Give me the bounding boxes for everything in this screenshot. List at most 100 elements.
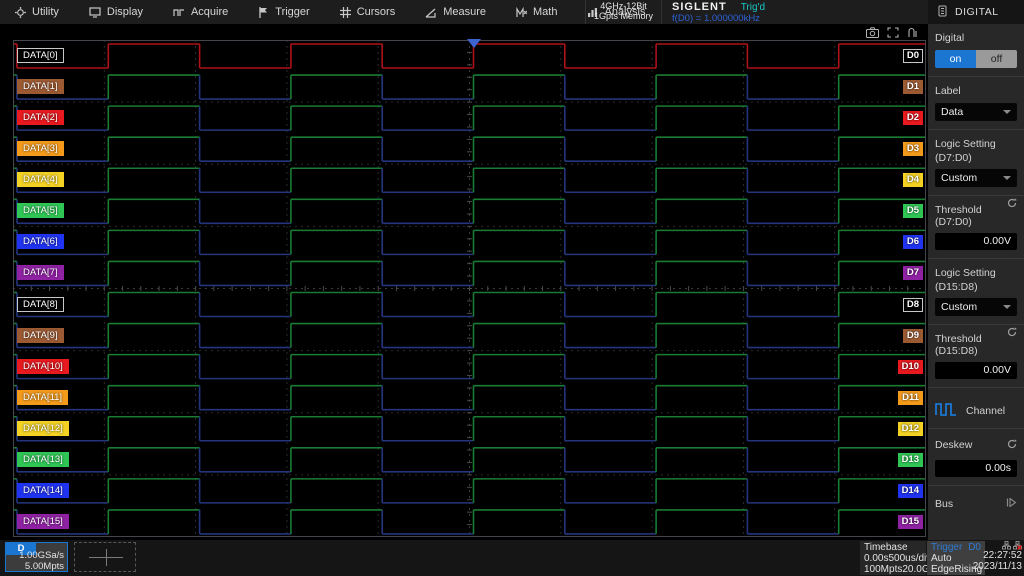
menu-display[interactable]: Display: [74, 0, 158, 24]
clock-date: 2023/11/13: [973, 561, 1022, 572]
panel-header[interactable]: DIGITAL: [928, 0, 1024, 24]
menu-math[interactable]: Math: [501, 0, 572, 24]
channel-label-d3[interactable]: DATA[3]: [17, 141, 64, 156]
menu-utility-label: Utility: [32, 6, 59, 18]
channel-waveform-icon: [935, 402, 957, 420]
camera-icon[interactable]: [866, 27, 879, 38]
logic-setting1-value: Custom: [941, 172, 977, 184]
spec-bandwidth: 4GHz-12Bit: [594, 1, 653, 11]
channel-tag-d6[interactable]: D6: [903, 235, 923, 249]
channel-tag-d2[interactable]: D2: [903, 111, 923, 125]
refresh-icon[interactable]: [1007, 327, 1017, 340]
menu-trigger-label: Trigger: [275, 6, 309, 18]
channel-label-d0[interactable]: DATA[0]: [17, 48, 64, 63]
threshold2-input[interactable]: 0.00V: [935, 362, 1017, 379]
logic-setting2-range: (D15:D8): [935, 281, 1017, 293]
channel-label-d9[interactable]: DATA[9]: [17, 328, 64, 343]
refresh-icon[interactable]: [1007, 198, 1017, 211]
channel-tag-d15[interactable]: D15: [898, 515, 923, 529]
channel-label-d12[interactable]: DATA[12]: [17, 421, 69, 436]
trigger-type: Edge: [931, 564, 954, 575]
channel-label-d15[interactable]: DATA[15]: [17, 514, 69, 529]
threshold1-input[interactable]: 0.00V: [935, 233, 1017, 250]
touch-icon[interactable]: [907, 27, 918, 38]
menu-math-label: Math: [533, 6, 557, 18]
brand-cell: SIGLENT Trig'd f(D0) = 1.000000kHz: [662, 0, 771, 24]
label-dropdown[interactable]: Data: [935, 103, 1017, 121]
channel-tag-d0[interactable]: D0: [903, 49, 923, 63]
menu-utility[interactable]: Utility: [0, 0, 74, 24]
chevron-down-icon: [1003, 110, 1011, 114]
channel-tag-d14[interactable]: D14: [898, 484, 923, 498]
status-bar: D 1.00GSa/s 5.00Mpts Timebase 0.00s 500u…: [0, 540, 1024, 576]
menu-acquire[interactable]: Acquire: [158, 0, 243, 24]
oscilloscope-screen: Utility Display Acquire Trigger Cursors …: [0, 0, 1024, 576]
channel-label-d14[interactable]: DATA[14]: [17, 483, 69, 498]
channel-tag-d11[interactable]: D11: [898, 391, 923, 405]
panel-title: DIGITAL: [955, 6, 999, 18]
digital-channel-descriptor[interactable]: D 1.00GSa/s 5.00Mpts: [5, 542, 68, 572]
waveform-display[interactable]: DATA[0] D0 DATA[1] D1 DATA[2] D2 DATA[3] D3 DATA…: [0, 24, 928, 540]
bus-button[interactable]: Bus: [935, 498, 1017, 510]
logic-setting1-label: Logic Setting: [935, 138, 1017, 150]
digital-on-button[interactable]: on: [935, 50, 976, 68]
channel-tag-d1[interactable]: D1: [903, 80, 923, 94]
plot-frame: [13, 40, 926, 537]
refresh-icon[interactable]: [1007, 439, 1017, 452]
channel-tag-d9[interactable]: D9: [903, 329, 923, 343]
channel-tag-d13[interactable]: D13: [898, 453, 923, 467]
menu-acquire-label: Acquire: [191, 6, 228, 18]
channel-label-d10[interactable]: DATA[10]: [17, 359, 69, 374]
divider: [928, 258, 1024, 259]
digital-settings-panel: DIGITAL Digital on off Label Data Logic …: [928, 0, 1024, 540]
menu-trigger[interactable]: Trigger: [243, 0, 324, 24]
channel-label-d4[interactable]: DATA[4]: [17, 172, 64, 187]
deskew-input[interactable]: 0.00s: [935, 460, 1017, 477]
frequency-readout: f(D0) = 1.000000kHz: [672, 13, 760, 24]
digital-off-button[interactable]: off: [976, 50, 1017, 68]
channel-label-d13[interactable]: DATA[13]: [17, 452, 69, 467]
channel-label-d2[interactable]: DATA[2]: [17, 110, 64, 125]
monitor-icon: [89, 7, 101, 18]
divider: [928, 485, 1024, 486]
threshold2-label: Threshold: [935, 333, 982, 345]
threshold1-range: (D7:D0): [935, 216, 982, 228]
menu-measure[interactable]: Measure: [410, 0, 501, 24]
channel-tag-d4[interactable]: D4: [903, 173, 923, 187]
fullscreen-icon[interactable]: [887, 27, 899, 38]
menu-bar: Utility Display Acquire Trigger Cursors …: [0, 0, 928, 24]
timebase-delay: 0.00s: [864, 553, 888, 564]
channel-label-d5[interactable]: DATA[5]: [17, 203, 64, 218]
channel-label-d1[interactable]: DATA[1]: [17, 79, 64, 94]
channel-tag-d12[interactable]: D12: [898, 422, 923, 436]
channel-label-d6[interactable]: DATA[6]: [17, 234, 64, 249]
channel-tag-d7[interactable]: D7: [903, 266, 923, 280]
channel-tag-d3[interactable]: D3: [903, 142, 923, 156]
channel-tag-d5[interactable]: D5: [903, 204, 923, 218]
logic-setting2-label: Logic Setting: [935, 267, 1017, 279]
menu-cursors-label: Cursors: [357, 6, 396, 18]
logic-setting2-dropdown[interactable]: Custom: [935, 298, 1017, 316]
timebase-panel[interactable]: Timebase 0.00s 500us/div 100Mpts 20.0GSa…: [860, 541, 926, 575]
plot-region[interactable]: DATA[0] D0 DATA[1] D1 DATA[2] D2 DATA[3] D3 DATA…: [13, 40, 926, 537]
channel-label-d7[interactable]: DATA[7]: [17, 265, 64, 280]
channel-label-d11[interactable]: DATA[11]: [17, 390, 68, 405]
math-icon: [516, 7, 527, 18]
digital-chip-icon: [938, 5, 947, 20]
channel-label-d8[interactable]: DATA[8]: [17, 297, 64, 312]
acquire-icon: [173, 7, 185, 18]
menu-cursors[interactable]: Cursors: [325, 0, 411, 24]
digital-points: 5.00Mpts: [19, 561, 64, 572]
trigger-position-marker[interactable]: [467, 39, 481, 48]
logic-setting1-dropdown[interactable]: Custom: [935, 169, 1017, 187]
menu-display-label: Display: [107, 6, 143, 18]
channel-button[interactable]: Channel: [935, 402, 1017, 420]
add-channel-button[interactable]: [74, 542, 136, 572]
chevron-down-icon: [1003, 305, 1011, 309]
channel-tag-d10[interactable]: D10: [898, 360, 923, 374]
deskew-label: Deskew: [935, 439, 972, 451]
logic-setting2-value: Custom: [941, 301, 977, 313]
timebase-scale: 500us/div: [888, 553, 931, 564]
channel-tag-d8[interactable]: D8: [903, 298, 923, 312]
clock: 22:27:52 2023/11/13: [973, 541, 1022, 572]
